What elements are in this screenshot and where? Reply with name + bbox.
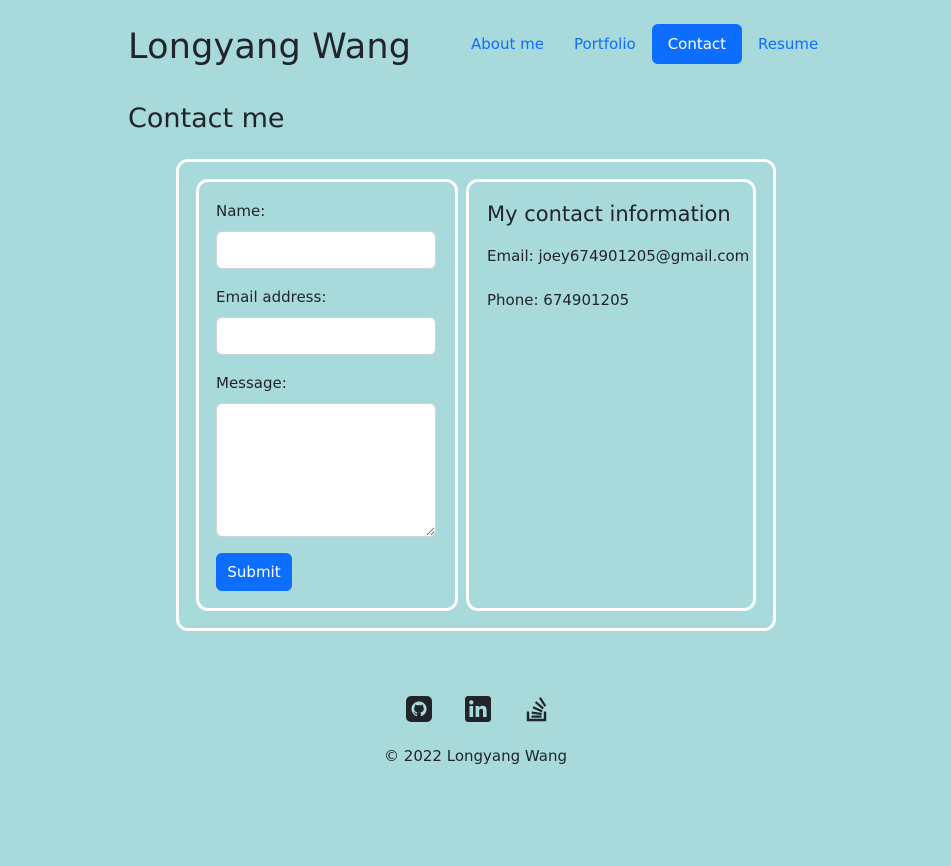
contact-info-panel bbox=[466, 179, 756, 611]
contact-phone: Phone: 674901205 bbox=[487, 291, 630, 309]
github-icon[interactable] bbox=[405, 695, 433, 723]
message-textarea[interactable] bbox=[216, 403, 436, 537]
submit-button[interactable]: Submit bbox=[216, 553, 292, 591]
copyright-text: © 2022 Longyang Wang bbox=[384, 747, 567, 765]
page-title: Contact me bbox=[128, 103, 285, 134]
nav-link-contact[interactable]: Contact bbox=[651, 24, 743, 64]
nav-link-about-me[interactable]: About me bbox=[457, 24, 558, 64]
site-title: Longyang Wang bbox=[128, 27, 412, 67]
nav-link-resume[interactable]: Resume bbox=[744, 24, 832, 64]
contact-email: Email: joey674901205@gmail.com bbox=[487, 247, 750, 265]
name-label: Name: bbox=[216, 202, 266, 220]
email-label: Email address: bbox=[216, 288, 327, 306]
main-nav: About me Portfolio Contact Resume bbox=[457, 24, 834, 64]
linkedin-icon[interactable] bbox=[464, 695, 492, 723]
email-input[interactable] bbox=[216, 317, 436, 355]
contact-info-title: My contact information bbox=[487, 202, 731, 226]
social-links bbox=[405, 695, 551, 723]
stack-overflow-icon[interactable] bbox=[523, 695, 551, 723]
nav-link-portfolio[interactable]: Portfolio bbox=[560, 24, 650, 64]
name-input[interactable] bbox=[216, 231, 436, 269]
message-label: Message: bbox=[216, 374, 287, 392]
